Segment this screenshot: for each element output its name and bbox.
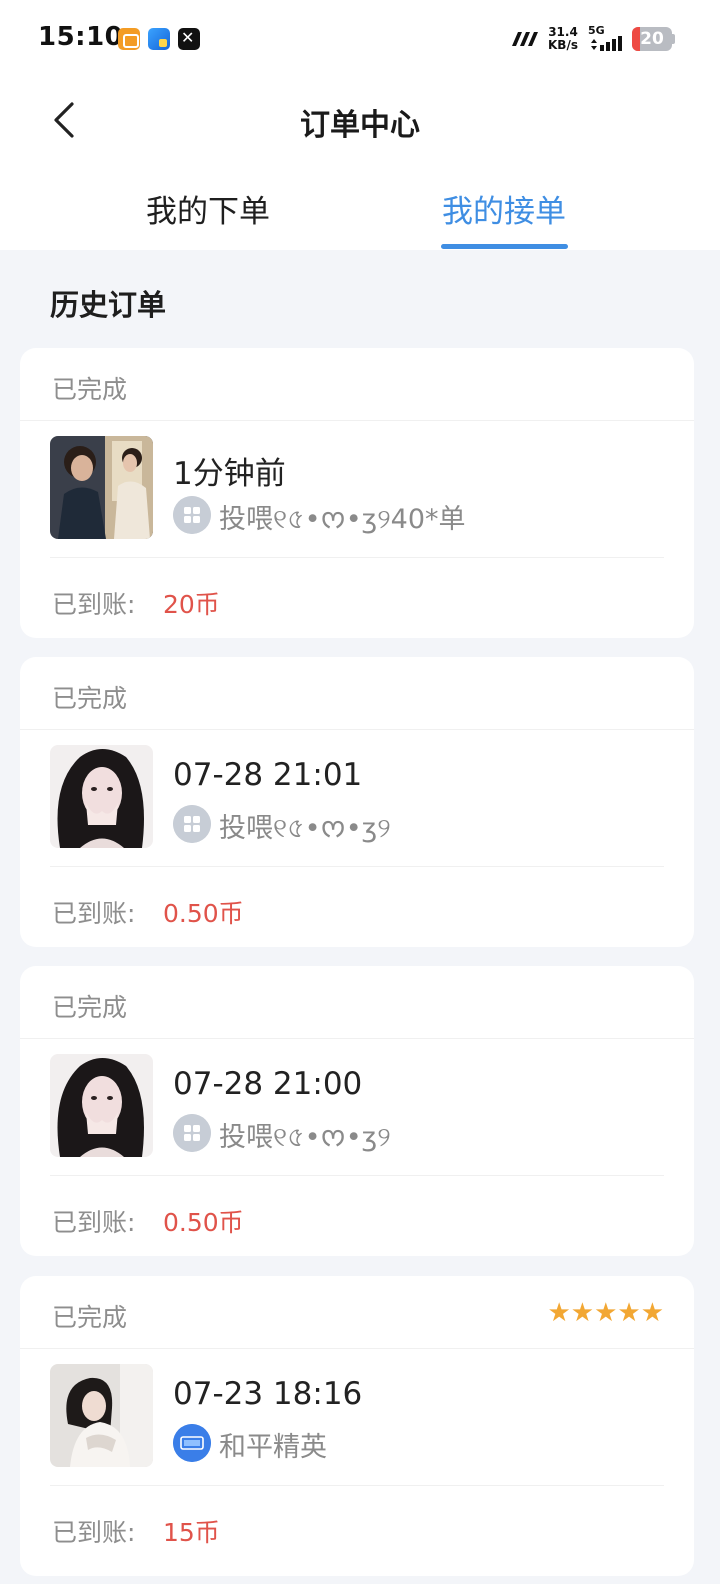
divider [20,1348,694,1349]
order-card[interactable]: 已完成 ★★★★★ 07-23 18:16 和平精英 已到账: 15币 [20,1276,694,1576]
order-status: 已完成 [52,375,128,404]
order-card[interactable]: 已完成 1分钟前 投喂୧৫•ᰔ•ʒ୨40*单 已到账: 20币 [20,348,694,638]
page-title: 订单中心 [300,108,420,143]
rating-stars: ★★★★★ [547,1298,664,1328]
order-status: 已完成 [52,993,128,1022]
paid-amount: 20币 [163,590,220,619]
notification-app-icon [118,28,140,50]
category-icon [173,1114,211,1152]
category-icon [173,496,211,534]
active-tab-indicator [441,244,568,249]
order-time: 07-28 21:00 [173,1066,363,1102]
order-center-screen: 15:10 31.4 KB/s 5G 20 订单中心 我的下单 我的接单 [0,0,720,1584]
divider [50,557,664,558]
order-avatar-image [50,745,153,848]
order-time: 07-28 21:01 [173,757,363,793]
signal-icon [591,36,622,51]
order-status: 已完成 [52,684,128,713]
paid-amount: 15币 [163,1518,220,1547]
category-icon [173,805,211,843]
divider [20,729,694,730]
section-title: 历史订单 [50,288,167,322]
order-service-name: 投喂୧৫•ᰔ•ʒ୨ [219,813,391,844]
divider [50,1175,664,1176]
order-avatar-image [50,1364,153,1467]
order-status: 已完成 [52,1303,128,1332]
order-service-name: 和平精英 [219,1432,327,1463]
paid-label: 已到账: [52,1208,136,1237]
order-card[interactable]: 已完成 07-28 21:01 投喂୧৫•ᰔ•ʒ୨ 已到账: 0.50币 [20,657,694,947]
status-bar: 15:10 31.4 KB/s 5G 20 [0,0,720,80]
order-avatar-image [50,436,153,539]
divider [20,1038,694,1039]
order-service-name: 投喂୧৫•ᰔ•ʒ୨40*单 [219,504,466,535]
order-card[interactable]: 已完成 07-28 21:00 投喂୧৫•ᰔ•ʒ୨ 已到账: 0.50币 [20,966,694,1256]
order-time: 1分钟前 [173,456,286,492]
divider [50,1485,664,1486]
battery-level: 20 [640,29,664,49]
paid-label: 已到账: [52,1518,136,1547]
battery-tip [672,34,675,44]
notification-app-icon [148,28,170,50]
network-speed-unit: KB/s [548,38,578,52]
paid-label: 已到账: [52,899,136,928]
tab-my-orders[interactable]: 我的下单 [146,186,270,231]
divider [20,420,694,421]
peace-elite-game-icon [173,1424,211,1462]
battery-icon: 20 [632,27,672,51]
order-time: 07-23 18:16 [173,1376,363,1412]
paid-amount: 0.50币 [163,1208,244,1237]
order-service-name: 投喂୧৫•ᰔ•ʒ୨ [219,1122,391,1153]
status-time: 15:10 [38,22,124,52]
capcut-app-icon [178,28,200,50]
divider [50,866,664,867]
paid-amount: 0.50币 [163,899,244,928]
network-activity-icon [512,32,538,46]
tab-my-taken-orders[interactable]: 我的接单 [442,186,566,231]
network-speed: 31.4 KB/s [548,26,578,52]
order-avatar-image [50,1054,153,1157]
paid-label: 已到账: [52,590,136,619]
